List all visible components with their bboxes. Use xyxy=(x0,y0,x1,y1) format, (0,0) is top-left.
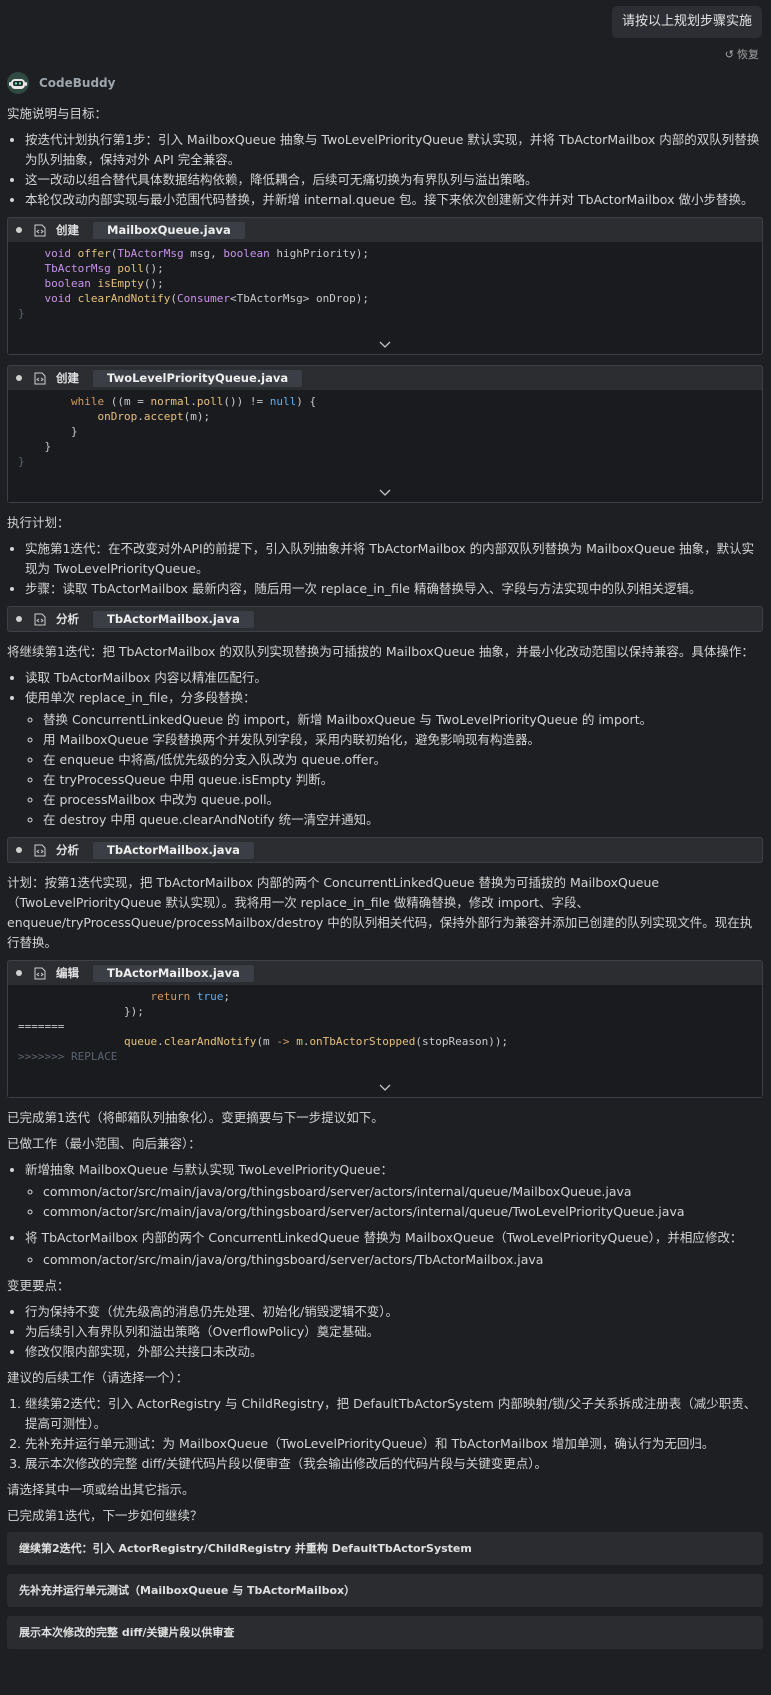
choice-button-show-diff[interactable]: 展示本次修改的完整 diff/关键片段以供审查 xyxy=(7,1616,763,1649)
list-item: 在 destroy 中用 queue.clearAndNotify 统一清空并通… xyxy=(43,810,763,830)
user-message: 请按以上规划步骤实施 xyxy=(611,6,762,38)
file-name-chip[interactable]: MailboxQueue.java xyxy=(93,221,245,239)
status-dot-icon xyxy=(16,847,22,853)
status-dot-icon xyxy=(16,970,22,976)
restore-button[interactable]: ↺ 恢复 xyxy=(725,45,759,65)
list-item: 读取 TbActorMailbox 内容以精准匹配行。 xyxy=(25,668,763,688)
file-name-chip[interactable]: TbActorMailbox.java xyxy=(93,964,254,982)
tool-card-header[interactable]: 编辑 TbActorMailbox.java xyxy=(8,961,762,985)
done-summary: 已完成第1迭代（将邮箱队列抽象化）。变更摘要与下一步提议如下。 xyxy=(7,1110,384,1125)
choice-button-run-unit-tests[interactable]: 先补充并运行单元测试（MailboxQueue 与 TbActorMailbox… xyxy=(7,1574,763,1607)
tool-card-create-twolevelpriorityqueue: 创建 TwoLevelPriorityQueue.java while ((m … xyxy=(7,365,763,503)
codebuddy-avatar-icon xyxy=(7,72,29,94)
list-item: 在 processMailbox 中改为 queue.poll。 xyxy=(43,790,763,810)
list-item: 替换 ConcurrentLinkedQueue 的 import，新增 Mai… xyxy=(43,710,763,730)
list-item: 行为保持不变（优先级高的消息仍先处理、初始化/销毁逻辑不变）。 xyxy=(25,1302,763,1322)
expand-button[interactable] xyxy=(8,338,762,354)
tool-verb: 分析 xyxy=(56,612,79,626)
status-dot-icon xyxy=(16,616,22,622)
next-list: 继续第2迭代：引入 ActorRegistry 与 ChildRegistry，… xyxy=(7,1394,763,1474)
section1-list: 按迭代计划执行第1步：引入 MailboxQueue 抽象与 TwoLevelP… xyxy=(7,130,763,210)
list-item: 实施第1迭代：在不改变对外API的前提下，引入队列抽象并将 TbActorMai… xyxy=(25,539,763,579)
tool-card-header[interactable]: 创建 MailboxQueue.java xyxy=(8,218,762,242)
file-name-chip[interactable]: TbActorMailbox.java xyxy=(93,841,254,859)
expand-button[interactable] xyxy=(8,1081,762,1097)
list-item: 步骤：读取 TbActorMailbox 最新内容，随后用一次 replace_… xyxy=(25,579,763,599)
restore-label: 恢复 xyxy=(737,48,759,61)
list-item: 继续第2迭代：引入 ActorRegistry 与 ChildRegistry，… xyxy=(25,1394,763,1434)
file-name-chip[interactable]: TwoLevelPriorityQueue.java xyxy=(93,369,303,387)
list-item: 展示本次修改的完整 diff/关键代码片段以便审查（我会输出修改后的代码片段与关… xyxy=(25,1454,763,1474)
code-preview: while ((m = normal.poll()) != null) { on… xyxy=(8,390,762,486)
file-list: common/actor/src/main/java/org/thingsboa… xyxy=(25,1250,763,1270)
list-item: 新增抽象 MailboxQueue 与默认实现 TwoLevelPriority… xyxy=(25,1160,763,1222)
file-path: common/actor/src/main/java/org/thingsboa… xyxy=(43,1202,763,1222)
code-preview: return true; }); ======= queue.clearAndN… xyxy=(8,985,762,1081)
list-item-text: 将 TbActorMailbox 内部的两个 ConcurrentLinkedQ… xyxy=(25,1230,743,1245)
list-item: 在 enqueue 中将高/低优先级的分支入队改为 queue.offer。 xyxy=(43,750,763,770)
list-item-text: 使用单次 replace_in_file，分多段替换： xyxy=(25,690,256,705)
tool-card-analyze-tbactormailbox-2: 分析 TbActorMailbox.java xyxy=(7,837,763,863)
chevron-down-icon xyxy=(379,1084,391,1091)
followup-question: 已完成第1迭代，下一步如何继续？ xyxy=(7,1508,203,1523)
choice-button-continue-iteration-2[interactable]: 继续第2迭代：引入 ActorRegistry/ChildRegistry 并重… xyxy=(7,1532,763,1565)
file-path: common/actor/src/main/java/org/thingsboa… xyxy=(43,1182,763,1202)
expand-button[interactable] xyxy=(8,486,762,502)
file-code-icon xyxy=(34,613,46,626)
assistant-message: 实施说明与目标： 按迭代计划执行第1步：引入 MailboxQueue 抽象与 … xyxy=(7,104,763,1658)
chevron-down-icon xyxy=(379,489,391,496)
status-dot-icon xyxy=(16,227,22,233)
ask-text: 请选择其中一项或给出其它指示。 xyxy=(7,1482,195,1497)
tool-card-edit-tbactormailbox: 编辑 TbActorMailbox.java return true; }); … xyxy=(7,960,763,1098)
file-code-icon xyxy=(34,844,46,857)
status-dot-icon xyxy=(16,375,22,381)
list-item: 在 tryProcessQueue 中用 queue.isEmpty 判断。 xyxy=(43,770,763,790)
list-item: 这一改动以组合替代具体数据结构依赖，降低耦合，后续可无痛切换为有界队列与溢出策略… xyxy=(25,170,763,190)
list-item: 为后续引入有界队列和溢出策略（OverflowPolicy）奠定基础。 xyxy=(25,1322,763,1342)
next-heading: 建议的后续工作（请选择一个）： xyxy=(7,1370,189,1385)
work-list: 新增抽象 MailboxQueue 与默认实现 TwoLevelPriority… xyxy=(7,1160,763,1270)
tool-verb: 创建 xyxy=(56,223,79,237)
section3-sublist: 替换 ConcurrentLinkedQueue 的 import，新增 Mai… xyxy=(25,710,763,830)
undo-icon: ↺ xyxy=(724,48,734,61)
list-item: 按迭代计划执行第1步：引入 MailboxQueue 抽象与 TwoLevelP… xyxy=(25,130,763,170)
list-item: 使用单次 replace_in_file，分多段替换： 替换 Concurren… xyxy=(25,688,763,830)
tool-card-header[interactable]: 分析 TbActorMailbox.java xyxy=(8,838,762,862)
tool-card-header[interactable]: 分析 TbActorMailbox.java xyxy=(8,607,762,631)
points-heading: 变更要点： xyxy=(7,1278,70,1293)
file-code-icon xyxy=(34,224,46,237)
tool-card-create-mailboxqueue: 创建 MailboxQueue.java void offer(TbActorM… xyxy=(7,217,763,355)
section4-intro: 计划：按第1迭代实现，把 TbActorMailbox 内部的两个 Concur… xyxy=(7,875,753,950)
points-list: 行为保持不变（优先级高的消息仍先处理、初始化/销毁逻辑不变）。 为后续引入有界队… xyxy=(7,1302,763,1362)
section3-list: 读取 TbActorMailbox 内容以精准匹配行。 使用单次 replace… xyxy=(7,668,763,830)
section2-list: 实施第1迭代：在不改变对外API的前提下，引入队列抽象并将 TbActorMai… xyxy=(7,539,763,599)
list-item: 先补充并运行单元测试：为 MailboxQueue（TwoLevelPriori… xyxy=(25,1434,763,1454)
list-item-text: 新增抽象 MailboxQueue 与默认实现 TwoLevelPriority… xyxy=(25,1162,393,1177)
file-code-icon xyxy=(34,967,46,980)
tool-card-header[interactable]: 创建 TwoLevelPriorityQueue.java xyxy=(8,366,762,390)
agent-name: CodeBuddy xyxy=(39,76,116,90)
chevron-down-icon xyxy=(379,341,391,348)
list-item: 将 TbActorMailbox 内部的两个 ConcurrentLinkedQ… xyxy=(25,1228,763,1270)
tool-verb: 创建 xyxy=(56,371,79,385)
file-name-chip[interactable]: TbActorMailbox.java xyxy=(93,610,254,628)
tool-verb: 分析 xyxy=(56,843,79,857)
file-path: common/actor/src/main/java/org/thingsboa… xyxy=(43,1250,763,1270)
file-list: common/actor/src/main/java/org/thingsboa… xyxy=(25,1182,763,1222)
list-item: 修改仅限内部实现，外部公共接口未改动。 xyxy=(25,1342,763,1362)
work-heading: 已做工作（最小范围、向后兼容）： xyxy=(7,1136,201,1151)
tool-verb: 编辑 xyxy=(56,966,79,980)
file-code-icon xyxy=(34,372,46,385)
agent-header: CodeBuddy xyxy=(7,72,115,94)
list-item: 用 MailboxQueue 字段替换两个并发队列字段，采用内联初始化，避免影响… xyxy=(43,730,763,750)
tool-card-analyze-tbactormailbox: 分析 TbActorMailbox.java xyxy=(7,606,763,632)
section1-heading: 实施说明与目标： xyxy=(7,106,108,121)
list-item: 本轮仅改动内部实现与最小范围代码替换，并新增 internal.queue 包。… xyxy=(25,190,763,210)
code-preview: void offer(TbActorMsg msg, boolean highP… xyxy=(8,242,762,338)
section2-heading: 执行计划： xyxy=(7,515,70,530)
section3-intro: 将继续第1迭代：把 TbActorMailbox 的双队列实现替换为可插拔的 M… xyxy=(7,644,754,659)
